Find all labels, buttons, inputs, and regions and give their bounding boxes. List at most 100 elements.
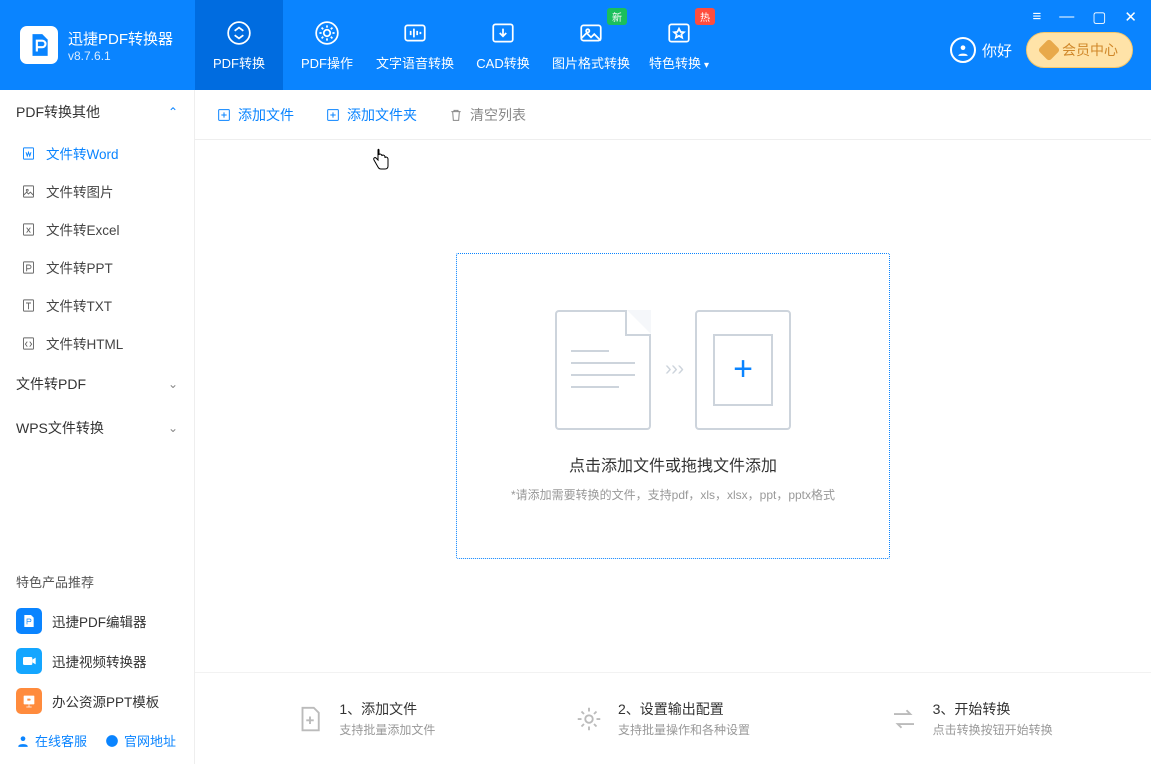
sidebar-item-to-image[interactable]: 文件转图片 [0, 172, 194, 210]
sidebar-item-to-ppt[interactable]: 文件转PPT [0, 248, 194, 286]
word-icon [20, 145, 36, 161]
target-icon: + [695, 310, 791, 430]
app-logo [20, 26, 58, 64]
top-nav: PDF转换 PDF操作 文字语音转换 CAD转换 新 图片格式转换 热 特色转换… [195, 0, 723, 90]
convert-icon [225, 19, 253, 47]
plus-icon: + [733, 350, 753, 389]
promo-label: 迅捷PDF编辑器 [52, 611, 147, 631]
steps-bar: 1、添加文件支持批量添加文件 2、设置输出配置支持批量操作和各种设置 3、开始转… [195, 672, 1151, 764]
sidebar-group-wps[interactable]: WPS文件转换 ⌄ [0, 406, 194, 450]
nav-pdf-convert[interactable]: PDF转换 [195, 0, 283, 90]
item-label: 文件转Excel [46, 219, 120, 239]
promo-heading: 特色产品推荐 [0, 562, 194, 601]
minimize-button[interactable]: — [1059, 8, 1074, 26]
pdf-editor-icon [16, 608, 42, 634]
add-folder-button[interactable]: 添加文件夹 [324, 105, 417, 125]
sidebar-item-to-excel[interactable]: 文件转Excel [0, 210, 194, 248]
menu-icon[interactable]: ≡ [1032, 8, 1041, 26]
toolbar: 添加文件 添加文件夹 清空列表 [195, 90, 1151, 140]
step-sub: 支持批量添加文件 [339, 721, 435, 738]
promo-video-converter[interactable]: 迅捷视频转换器 [0, 641, 194, 681]
file-icon [555, 310, 651, 430]
item-label: 文件转PPT [46, 257, 113, 277]
user-icon [950, 37, 976, 63]
drop-subtitle: *请添加需要转换的文件，支持pdf，xls，xlsx，ppt，pptx格式 [511, 486, 835, 503]
brand: 迅捷PDF转换器 v8.7.6.1 [0, 0, 195, 90]
ppt-icon [20, 259, 36, 275]
group-label: 文件转PDF [16, 374, 86, 394]
website-link[interactable]: 官网地址 [105, 731, 176, 750]
step-1: 1、添加文件支持批量添加文件 [293, 699, 435, 738]
image-file-icon [20, 183, 36, 199]
settings-step-icon [572, 702, 606, 736]
excel-icon [20, 221, 36, 237]
link-label: 在线客服 [35, 731, 87, 750]
sidebar-group-to-pdf[interactable]: 文件转PDF ⌄ [0, 362, 194, 406]
ppt-template-icon [16, 688, 42, 714]
nav-cad-convert[interactable]: CAD转换 [459, 0, 547, 90]
btn-label: 添加文件 [238, 105, 294, 125]
trash-icon [447, 106, 464, 123]
header: 迅捷PDF转换器 v8.7.6.1 PDF转换 PDF操作 文字语音转换 CAD… [0, 0, 1151, 90]
nav-label: 文字语音转换 [376, 53, 454, 72]
user-greeting[interactable]: 你好 [950, 37, 1012, 63]
drop-title: 点击添加文件或拖拽文件添加 [569, 452, 777, 476]
sidebar-item-to-html[interactable]: 文件转HTML [0, 324, 194, 362]
link-label: 官网地址 [124, 731, 176, 750]
clear-list-button[interactable]: 清空列表 [447, 105, 526, 125]
promo-pdf-editor[interactable]: 迅捷PDF编辑器 [0, 601, 194, 641]
nav-label: 图片格式转换 [552, 53, 630, 72]
gear-icon [313, 19, 341, 47]
main-panel: 添加文件 添加文件夹 清空列表 › › › [195, 90, 1151, 764]
step-sub: 支持批量操作和各种设置 [618, 721, 750, 738]
chevron-up-icon: ⌃ [168, 105, 178, 119]
promo-label: 办公资源PPT模板 [52, 691, 159, 711]
nav-label: 特色转换▾ [649, 53, 709, 72]
vip-button[interactable]: 会员中心 [1026, 32, 1133, 68]
diamond-icon [1038, 39, 1061, 62]
nav-image-convert[interactable]: 新 图片格式转换 [547, 0, 635, 90]
chevron-down-icon: ⌄ [168, 377, 178, 391]
sidebar-item-to-txt[interactable]: 文件转TXT [0, 286, 194, 324]
new-badge: 新 [607, 8, 627, 25]
nav-label: CAD转换 [476, 53, 529, 72]
btn-label: 添加文件夹 [347, 105, 417, 125]
nav-pdf-operate[interactable]: PDF操作 [283, 0, 371, 90]
drop-illustration: › › › + [555, 310, 791, 430]
step-3: 3、开始转换点击转换按钮开始转换 [887, 699, 1053, 738]
step-2: 2、设置输出配置支持批量操作和各种设置 [572, 699, 750, 738]
greeting-text: 你好 [982, 40, 1012, 61]
video-icon [16, 648, 42, 674]
group-label: WPS文件转换 [16, 418, 104, 438]
maximize-button[interactable]: ▢ [1092, 8, 1106, 26]
chevron-down-icon: ⌄ [168, 421, 178, 435]
item-label: 文件转HTML [46, 333, 123, 353]
step-sub: 点击转换按钮开始转换 [933, 721, 1053, 738]
drop-zone[interactable]: › › › + 点击添加文件或拖拽文件添加 *请添加需要转换的文件，支持pdf，… [456, 253, 890, 559]
close-button[interactable]: ✕ [1124, 8, 1137, 26]
item-label: 文件转TXT [46, 295, 112, 315]
image-icon [577, 19, 605, 47]
add-file-button[interactable]: 添加文件 [215, 105, 294, 125]
promo-ppt-template[interactable]: 办公资源PPT模板 [0, 681, 194, 721]
step-title: 2、设置输出配置 [618, 699, 750, 719]
txt-icon [20, 297, 36, 313]
nav-special-convert[interactable]: 热 特色转换▾ [635, 0, 723, 90]
item-label: 文件转Word [46, 143, 119, 163]
download-icon [489, 19, 517, 47]
sidebar-item-to-word[interactable]: 文件转Word [0, 134, 194, 172]
sidebar-group-pdf-to-other[interactable]: PDF转换其他 ⌃ [0, 90, 194, 134]
online-support-link[interactable]: 在线客服 [16, 731, 87, 750]
sidebar-list: 文件转Word 文件转图片 文件转Excel 文件转PPT 文件转TXT 文件转… [0, 134, 194, 362]
item-label: 文件转图片 [46, 181, 114, 201]
chevron-down-icon: ▾ [704, 60, 709, 71]
sidebar: PDF转换其他 ⌃ 文件转Word 文件转图片 文件转Excel 文件转PPT [0, 90, 195, 764]
step-title: 1、添加文件 [339, 699, 435, 719]
star-icon [665, 19, 693, 47]
plus-file-icon [215, 106, 232, 123]
add-file-step-icon [293, 702, 327, 736]
convert-step-icon [887, 702, 921, 736]
nav-text-audio[interactable]: 文字语音转换 [371, 0, 459, 90]
nav-label: PDF转换 [213, 53, 265, 72]
plus-folder-icon [324, 106, 341, 123]
